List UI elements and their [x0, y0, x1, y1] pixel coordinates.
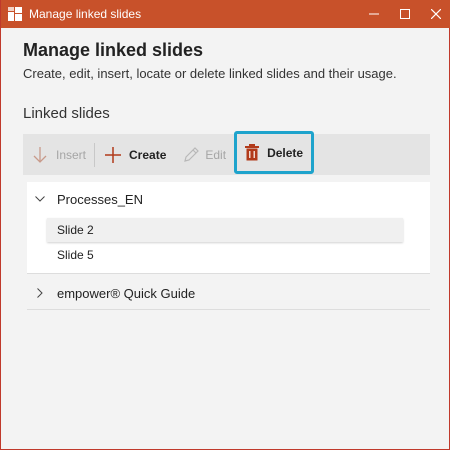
dialog-content: Manage linked slides Create, edit, inser…	[23, 28, 430, 449]
close-button[interactable]	[420, 0, 450, 28]
list-item-label: Slide 2	[57, 223, 94, 237]
chevron-right-icon[interactable]	[29, 288, 51, 298]
list-item-label: Slide 5	[57, 248, 94, 262]
create-label: Create	[129, 147, 167, 162]
list-item[interactable]: Slide 5	[47, 243, 403, 267]
insert-label: Insert	[56, 147, 87, 162]
arrow-down-icon	[29, 146, 51, 164]
tree-group-label: Processes_EN	[57, 191, 143, 207]
toolbar: Insert Create Edit Delete	[23, 131, 430, 175]
insert-button[interactable]: Insert	[23, 134, 86, 175]
title-bar[interactable]: Manage linked slides	[1, 0, 450, 28]
delete-label: Delete	[267, 145, 304, 160]
maximize-icon	[399, 9, 410, 19]
window-title: Manage linked slides	[29, 7, 142, 21]
trash-icon	[242, 144, 262, 161]
create-button[interactable]: Create	[101, 134, 166, 175]
maximize-button[interactable]	[389, 0, 420, 28]
tree-group-header[interactable]: Processes_EN	[27, 182, 430, 216]
section-title: Linked slides	[23, 105, 110, 122]
tree-group-header[interactable]: empower® Quick Guide	[27, 276, 430, 310]
page-subtitle: Create, edit, insert, locate or delete l…	[23, 66, 397, 81]
toolbar-separator	[94, 142, 96, 167]
plus-icon	[101, 146, 125, 164]
minimize-icon	[368, 13, 379, 15]
chevron-down-icon[interactable]	[29, 196, 51, 202]
close-icon	[430, 9, 441, 19]
window-controls	[358, 0, 450, 28]
delete-button[interactable]: Delete	[234, 131, 315, 174]
linked-slides-tree: Processes_EN Slide 2 Slide 5 empower® Qu…	[27, 182, 430, 310]
tree-group: Processes_EN Slide 2 Slide 5	[27, 182, 430, 274]
tree-group: empower® Quick Guide	[27, 276, 430, 310]
pencil-icon	[180, 146, 202, 164]
tree-group-label: empower® Quick Guide	[57, 285, 196, 301]
list-item[interactable]: Slide 2	[47, 218, 403, 242]
dialog-window: Manage linked slides Manage linked slide…	[0, 0, 450, 450]
app-logo-icon	[1, 0, 29, 28]
edit-button[interactable]: Edit	[180, 134, 226, 175]
page-title: Manage linked slides	[23, 40, 204, 60]
minimize-button[interactable]	[358, 0, 389, 28]
edit-label: Edit	[205, 147, 227, 162]
